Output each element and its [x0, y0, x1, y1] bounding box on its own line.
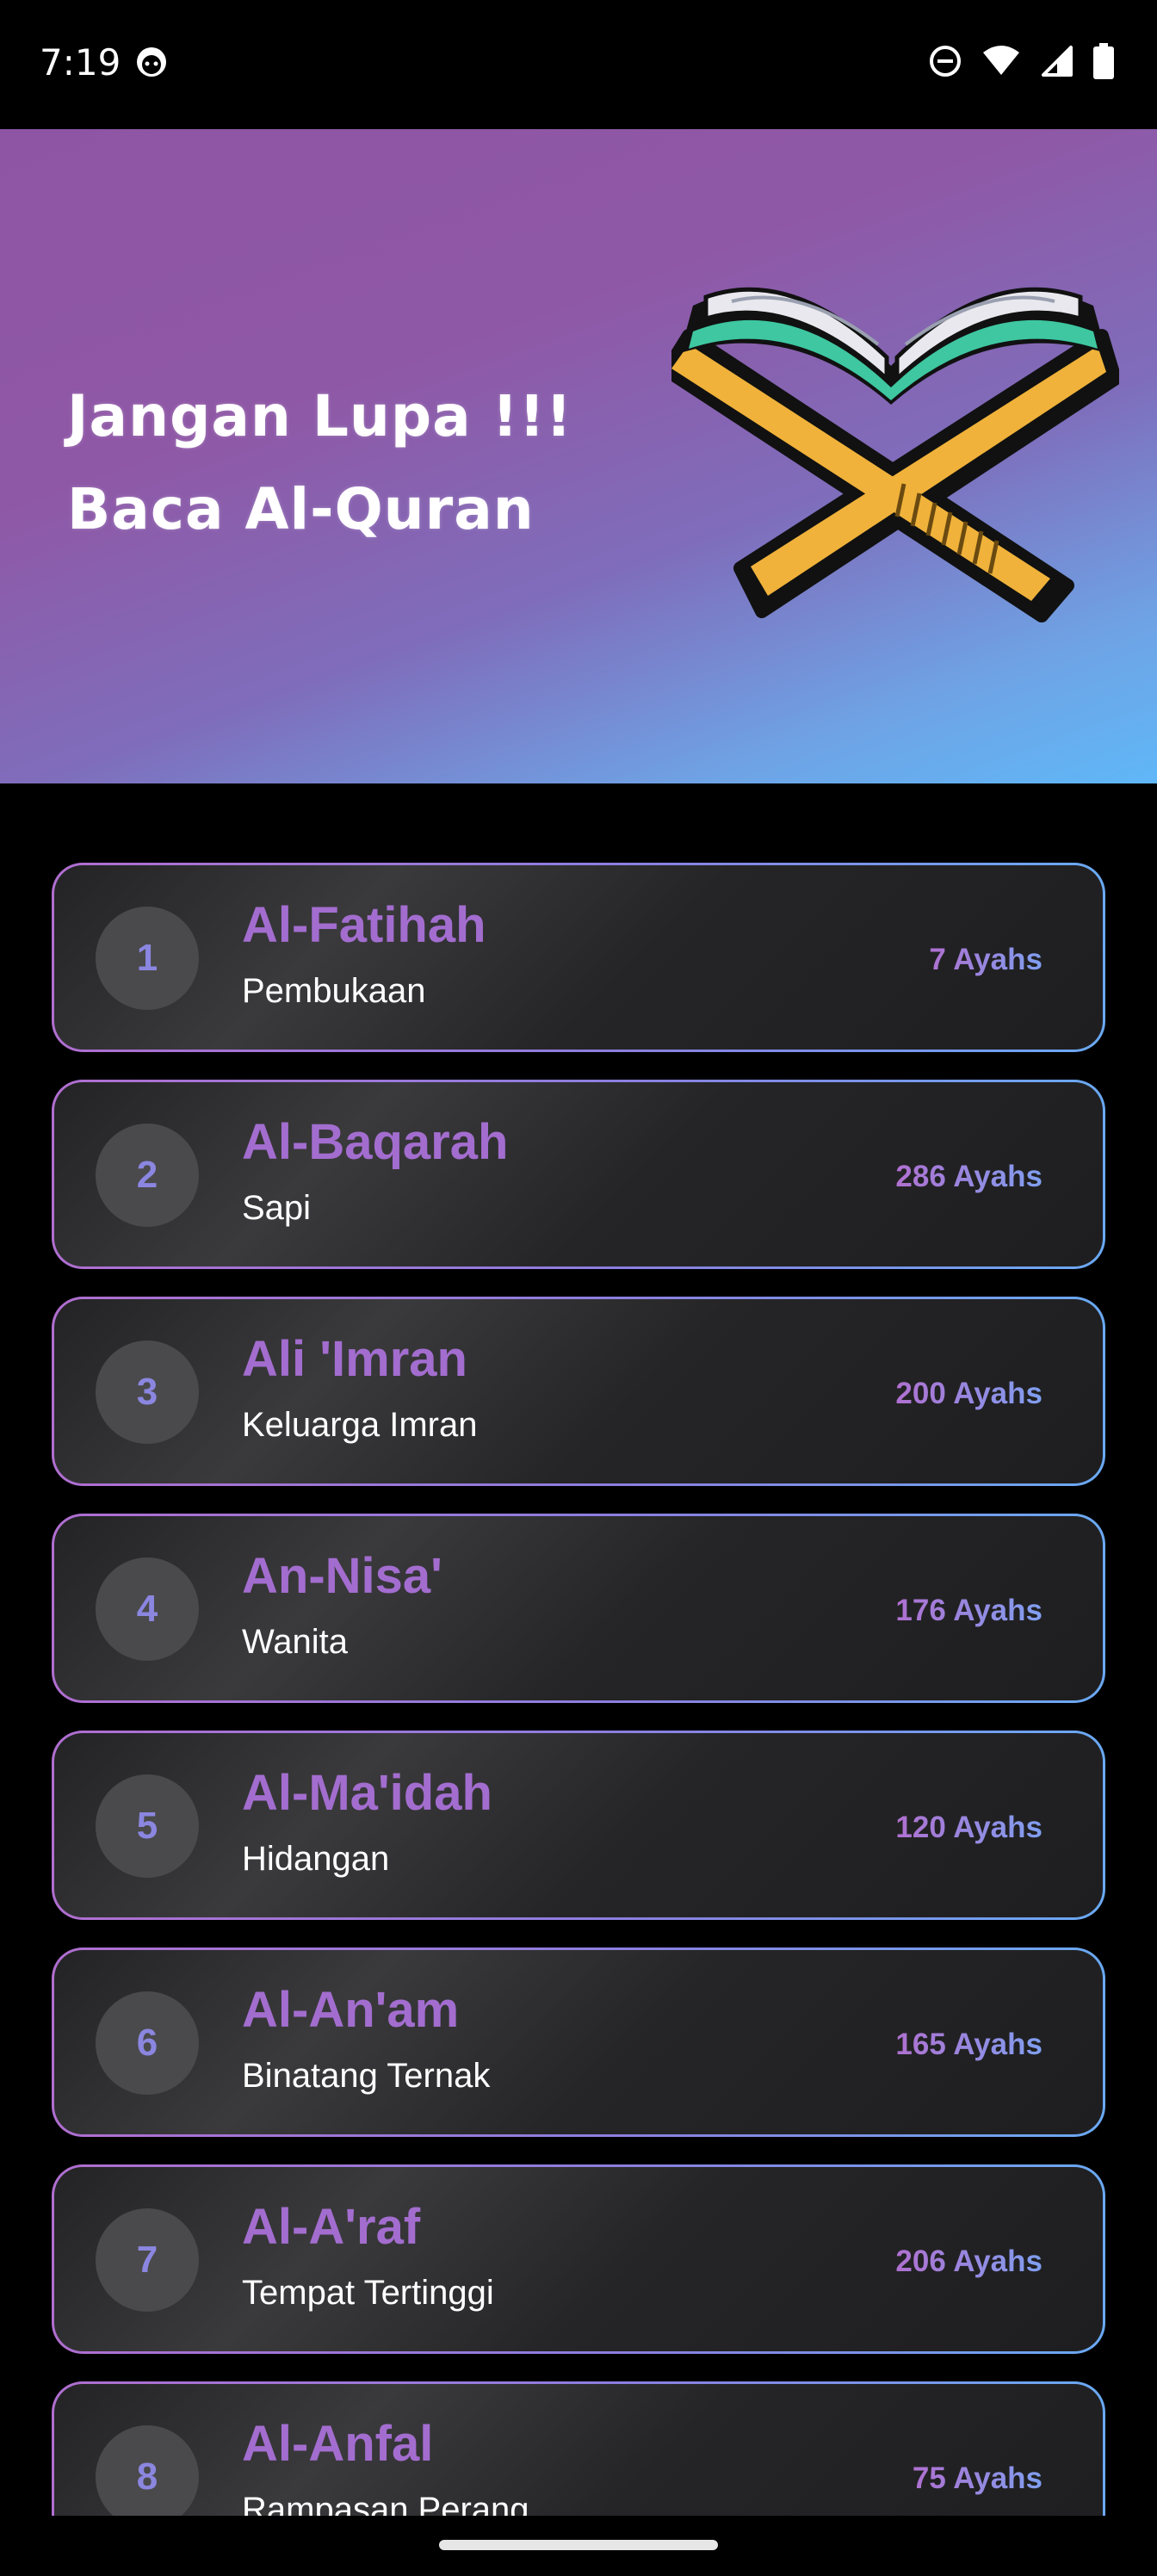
do-not-disturb-icon [928, 44, 962, 83]
surah-ayah-count: 7 Ayahs [929, 943, 1043, 976]
surah-number-badge: 3 [96, 1341, 199, 1444]
surah-card[interactable]: 2 Al-Baqarah Sapi 286 Ayahs [52, 1080, 1105, 1269]
app-notification-icon [134, 45, 169, 79]
status-icons [928, 43, 1114, 84]
surah-ayah-count: 120 Ayahs [895, 1811, 1043, 1844]
surah-meaning: Keluarga Imran [242, 1406, 478, 1444]
surah-meaning: Tempat Tertinggi [242, 2274, 494, 2312]
surah-card[interactable]: 7 Al-A'raf Tempat Tertinggi 206 Ayahs [52, 2164, 1105, 2354]
surah-number-badge: 4 [96, 1557, 199, 1661]
surah-name: Al-An'am [242, 1982, 460, 2038]
surah-number-badge: 2 [96, 1124, 199, 1227]
surah-name: Al-Baqarah [242, 1114, 509, 1170]
surah-meaning: Sapi [242, 1189, 312, 1227]
surah-meaning: Pembukaan [242, 972, 426, 1010]
quran-stand-illustration [671, 287, 1119, 622]
surah-name: Al-Anfal [242, 2416, 434, 2472]
surah-list[interactable]: 1 Al-Fatihah Pembukaan 7 Ayahs 2 Al-Baqa… [52, 863, 1105, 2516]
surah-number-badge: 5 [96, 1774, 199, 1878]
surah-name: Al-Fatihah [242, 897, 486, 953]
surah-ayah-count: 75 Ayahs [912, 2461, 1043, 2495]
surah-name: Ali 'Imran [242, 1331, 467, 1387]
surah-ayah-count: 206 Ayahs [895, 2245, 1043, 2278]
surah-card[interactable]: 1 Al-Fatihah Pembukaan 7 Ayahs [52, 863, 1105, 1052]
banner-text: Jangan Lupa !!! Baca Al-Quran [67, 370, 572, 556]
banner: Jangan Lupa !!! Baca Al-Quran [0, 129, 1157, 783]
banner-line-1: Jangan Lupa !!! [67, 383, 572, 449]
status-bar: 7:19 [0, 0, 1157, 129]
surah-meaning: Binatang Ternak [242, 2057, 491, 2095]
surah-card[interactable]: 6 Al-An'am Binatang Ternak 165 Ayahs [52, 1947, 1105, 2137]
surah-number-badge: 6 [96, 1991, 199, 2095]
surah-card[interactable]: 4 An-Nisa' Wanita 176 Ayahs [52, 1514, 1105, 1703]
home-indicator[interactable] [439, 2540, 718, 2550]
surah-card[interactable]: 8 Al-Anfal Rampasan Perang 75 Ayahs [52, 2381, 1105, 2516]
surah-number-badge: 1 [96, 907, 199, 1010]
surah-meaning: Hidangan [242, 1840, 390, 1878]
banner-line-2: Baca Al-Quran [67, 476, 535, 542]
surah-name: An-Nisa' [242, 1548, 442, 1604]
signal-icon [1040, 44, 1074, 83]
wifi-icon [981, 44, 1021, 83]
surah-ayah-count: 176 Ayahs [895, 1594, 1043, 1627]
status-time: 7:19 [40, 41, 121, 84]
surah-meaning: Rampasan Perang [242, 2491, 529, 2516]
battery-icon [1093, 43, 1114, 84]
surah-ayah-count: 286 Ayahs [895, 1160, 1043, 1193]
surah-card[interactable]: 5 Al-Ma'idah Hidangan 120 Ayahs [52, 1731, 1105, 1920]
surah-number-badge: 8 [96, 2425, 199, 2516]
surah-name: Al-Ma'idah [242, 1765, 492, 1821]
surah-card[interactable]: 3 Ali 'Imran Keluarga Imran 200 Ayahs [52, 1297, 1105, 1486]
surah-number-badge: 7 [96, 2208, 199, 2312]
surah-name: Al-A'raf [242, 2199, 421, 2255]
surah-meaning: Wanita [242, 1623, 349, 1661]
surah-ayah-count: 165 Ayahs [895, 2028, 1043, 2061]
surah-ayah-count: 200 Ayahs [895, 1377, 1043, 1410]
